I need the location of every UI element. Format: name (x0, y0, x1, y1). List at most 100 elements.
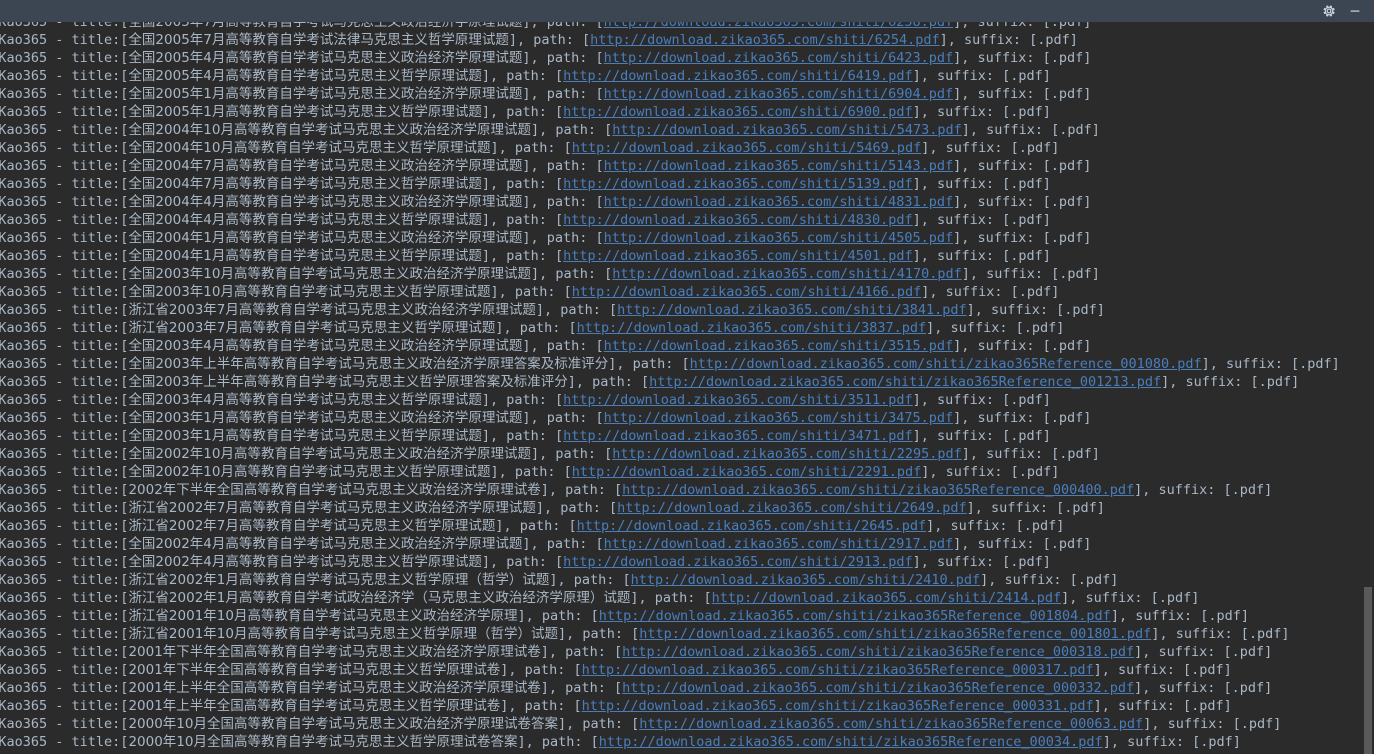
log-line-prefix: .ZiKao365 - title:[ (0, 68, 129, 84)
log-line-title: 全国2002年4月高等教育自学考试马克思主义哲学原理试题 (128, 554, 482, 570)
log-line-prefix: .ZiKao365 - title:[ (0, 428, 129, 444)
log-line-title: 全国2004年1月高等教育自学考试马克思主义政治经济学原理试题 (128, 230, 523, 246)
log-line-url-link[interactable]: http://download.zikao365.com/shiti/zikao… (622, 644, 1134, 660)
settings-button[interactable] (1316, 0, 1342, 22)
log-line-title: 全国2002年4月高等教育自学考试马克思主义政治经济学原理试题 (128, 536, 523, 552)
log-line-url-link[interactable]: http://download.zikao365.com/shiti/6419.… (563, 68, 913, 84)
log-line-url-link[interactable]: http://download.zikao365.com/shiti/4831.… (604, 194, 954, 210)
log-line-path-label: ], path: [ (508, 32, 591, 48)
log-line-prefix: .ZiKao365 - title:[ (0, 32, 129, 48)
log-line-suffix: ], suffix: [.pdf] (953, 86, 1092, 102)
log-line: .ZiKao365 - title:[2001年下半年全国高等教育自学考试马克思… (0, 661, 1374, 679)
log-line-url-link[interactable]: http://download.zikao365.com/shiti/2295.… (612, 446, 962, 462)
log-line-url-link[interactable]: http://download.zikao365.com/shiti/5473.… (612, 122, 962, 138)
log-line-prefix: .ZiKao365 - title:[ (0, 158, 129, 174)
log-line: .ZiKao365 - title:[2000年10月全国高等教育自学考试马克思… (0, 715, 1374, 733)
log-line-url-link[interactable]: http://download.zikao365.com/shiti/zikao… (599, 608, 1111, 624)
log-line-url-link[interactable]: http://download.zikao365.com/shiti/6258.… (604, 22, 954, 30)
log-line-suffix: ], suffix: [.pdf] (926, 320, 1065, 336)
log-line-path-label: ], path: [ (557, 626, 640, 642)
log-line-title: 全国2003年1月高等教育自学考试马克思主义政治经济学原理试题 (128, 410, 523, 426)
log-line-suffix: ], suffix: [.pdf] (953, 410, 1092, 426)
log-line: .ZiKao365 - title:[全国2004年4月高等教育自学考试马克思主… (0, 211, 1374, 229)
log-line-url-link[interactable]: http://download.zikao365.com/shiti/4830.… (563, 212, 913, 228)
log-line-suffix: ], suffix: [.pdf] (953, 22, 1092, 30)
log-line-suffix: ], suffix: [.pdf] (921, 464, 1060, 480)
log-line-title: 全国2005年4月高等教育自学考试马克思主义政治经济学原理试题 (128, 50, 523, 66)
log-line-url-link[interactable]: http://download.zikao365.com/shiti/2913.… (563, 554, 913, 570)
log-line-prefix: .ZiKao365 - title:[ (0, 320, 129, 336)
log-line-title: 2000年10月全国高等教育自学考试马克思主义政治经济学原理试卷答案 (128, 716, 558, 732)
log-line-url-link[interactable]: http://download.zikao365.com/shiti/6904.… (604, 86, 954, 102)
log-line-url-link[interactable]: http://download.zikao365.com/shiti/4170.… (612, 266, 962, 282)
log-line-url-link[interactable]: http://download.zikao365.com/shiti/zikao… (582, 698, 1094, 714)
log-line-url-link[interactable]: http://download.zikao365.com/shiti/2410.… (631, 572, 981, 588)
console-output-panel[interactable]: .ZiKao365 - title:[全国2005年7月高等教育自学考试马克思主… (0, 22, 1374, 754)
log-line-url-link[interactable]: http://download.zikao365.com/shiti/5139.… (563, 176, 913, 192)
log-line-url-link[interactable]: http://download.zikao365.com/shiti/3515.… (604, 338, 954, 354)
log-line-url-link[interactable]: http://download.zikao365.com/shiti/zikao… (582, 662, 1094, 678)
log-line-url-link[interactable]: http://download.zikao365.com/shiti/2917.… (604, 536, 954, 552)
log-line-url-link[interactable]: http://download.zikao365.com/shiti/zikao… (622, 482, 1134, 498)
log-line-suffix: ], suffix: [.pdf] (912, 392, 1051, 408)
log-line-title: 全国2005年1月高等教育自学考试马克思主义政治经济学原理试题 (128, 86, 523, 102)
log-line-suffix: ], suffix: [.pdf] (953, 194, 1092, 210)
log-line-path-label: ], path: [ (522, 86, 604, 102)
log-line-url-link[interactable]: http://download.zikao365.com/shiti/6900.… (563, 104, 913, 120)
log-line-url-link[interactable]: http://download.zikao365.com/shiti/2414.… (712, 590, 1062, 606)
log-line-url-link[interactable]: http://download.zikao365.com/shiti/2291.… (572, 464, 922, 480)
log-line-url-link[interactable]: http://download.zikao365.com/shiti/2645.… (577, 518, 927, 534)
log-line-prefix: .ZiKao365 - title:[ (0, 518, 129, 534)
log-line-url-link[interactable]: http://download.zikao365.com/shiti/2649.… (617, 500, 967, 516)
log-line-suffix: ], suffix: [.pdf] (953, 338, 1092, 354)
log-line-prefix: .ZiKao365 - title:[ (0, 536, 129, 552)
log-line: .ZiKao365 - title:[全国2004年1月高等教育自学考试马克思主… (0, 229, 1374, 247)
log-line-path-label: ], path: [ (517, 734, 599, 750)
log-line-path-label: ], path: [ (481, 392, 564, 408)
log-line-url-link[interactable]: http://download.zikao365.com/shiti/4505.… (604, 230, 954, 246)
vertical-scrollbar-thumb[interactable] (1364, 587, 1372, 754)
log-line-url-link[interactable]: http://download.zikao365.com/shiti/6423.… (604, 50, 954, 66)
log-line-url-link[interactable]: http://download.zikao365.com/shiti/4166.… (572, 284, 922, 300)
log-line-title: 全国2003年上半年高等教育自学考试马克思主义政治经济学原理答案及标准评分 (128, 356, 609, 372)
log-line-suffix: ], suffix: [.pdf] (953, 536, 1092, 552)
log-line-suffix: ], suffix: [.pdf] (921, 140, 1060, 156)
log-line-url-link[interactable]: http://download.zikao365.com/shiti/zikao… (639, 716, 1143, 732)
log-line-url-link[interactable]: http://download.zikao365.com/shiti/3837.… (577, 320, 927, 336)
minimize-button[interactable] (1342, 0, 1368, 22)
log-line-url-link[interactable]: http://download.zikao365.com/shiti/5469.… (572, 140, 922, 156)
log-line-url-link[interactable]: http://download.zikao365.com/shiti/3475.… (604, 410, 954, 426)
log-line-url-link[interactable]: http://download.zikao365.com/shiti/4501.… (563, 248, 913, 264)
log-line: .ZiKao365 - title:[全国2002年4月高等教育自学考试马克思主… (0, 535, 1374, 553)
log-line: .ZiKao365 - title:[全国2003年4月高等教育自学考试马克思主… (0, 391, 1374, 409)
log-line: .ZiKao365 - title:[全国2005年7月高等教育自学考试马克思主… (0, 22, 1374, 31)
log-line-prefix: .ZiKao365 - title:[ (0, 644, 129, 660)
vertical-scrollbar-track[interactable] (1360, 22, 1374, 754)
log-line-title: 全国2003年1月高等教育自学考试马克思主义哲学原理试题 (128, 428, 482, 444)
log-line-url-link[interactable]: http://download.zikao365.com/shiti/zikao… (599, 734, 1103, 750)
log-line-path-label: ], path: [ (522, 22, 604, 30)
log-line-title: 全国2002年10月高等教育自学考试马克思主义政治经济学原理试题 (128, 446, 531, 462)
log-line-title: 浙江省2002年1月高等教育自学考试马克思主义哲学原理（哲学）试题 (128, 572, 550, 588)
log-line-title: 全国2004年4月高等教育自学考试马克思主义政治经济学原理试题 (128, 194, 523, 210)
log-line-url-link[interactable]: http://download.zikao365.com/shiti/zikao… (639, 626, 1151, 642)
log-line-path-label: ], path: [ (608, 356, 690, 372)
log-line-url-link[interactable]: http://download.zikao365.com/shiti/6254.… (590, 32, 940, 48)
log-line-url-link[interactable]: http://download.zikao365.com/shiti/zikao… (622, 680, 1134, 696)
log-line-url-link[interactable]: http://download.zikao365.com/shiti/3471.… (563, 428, 913, 444)
application-window: .ZiKao365 - title:[全国2005年7月高等教育自学考试马克思主… (0, 0, 1374, 754)
log-line-url-link[interactable]: http://download.zikao365.com/shiti/3511.… (563, 392, 913, 408)
log-line-url-link[interactable]: http://download.zikao365.com/shiti/3841.… (617, 302, 967, 318)
log-line-url-link[interactable]: http://download.zikao365.com/shiti/zikao… (649, 374, 1161, 390)
log-line-title: 浙江省2001年10月高等教育自学考试马克思主义哲学原理（哲学）试题 (128, 626, 558, 642)
log-line-title: 全国2004年1月高等教育自学考试马克思主义哲学原理试题 (128, 248, 482, 264)
log-line-suffix: ], suffix: [.pdf] (1102, 734, 1241, 750)
log-line-title: 2001年下半年全国高等教育自学考试马克思主义政治经济学原理试卷 (128, 644, 541, 660)
log-line-suffix: ], suffix: [.pdf] (1201, 356, 1340, 372)
log-line-path-label: ], path: [ (530, 266, 613, 282)
log-line-url-link[interactable]: http://download.zikao365.com/shiti/zikao… (690, 356, 1202, 372)
log-line: .ZiKao365 - title:[2001年下半年全国高等教育自学考试马克思… (0, 643, 1374, 661)
log-line: .ZiKao365 - title:[浙江省2003年7月高等教育自学考试马克思… (0, 301, 1374, 319)
log-line-url-link[interactable]: http://download.zikao365.com/shiti/5143.… (604, 158, 954, 174)
log-line-path-label: ], path: [ (522, 158, 604, 174)
